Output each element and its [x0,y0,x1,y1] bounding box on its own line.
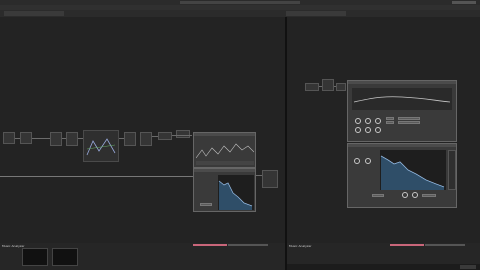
knob-2[interactable] [365,118,371,124]
spectrum-graph [218,175,254,210]
wire [15,138,20,139]
panel-button[interactable] [200,203,212,206]
knob-8[interactable] [365,158,371,164]
curve-icon [86,138,116,156]
node-8[interactable] [158,132,172,140]
bottom-right-title: Music Analyzer [289,244,312,248]
node-input[interactable] [3,132,15,144]
timeline-bar-left-2[interactable] [228,244,268,246]
wire [78,138,83,139]
panel-spectrum-titlebar [194,169,255,172]
timeline-bar-right-2[interactable] [425,244,465,246]
node-r1[interactable] [305,83,319,91]
knob-4[interactable] [355,127,361,133]
side-strip[interactable] [448,150,456,190]
wire [119,138,124,139]
window-controls[interactable] [452,1,476,4]
tab-left[interactable] [4,11,64,16]
timeline-bar-right[interactable] [390,244,424,246]
panel-lower-titlebar [348,144,456,147]
smooth-curve-graph [352,88,452,110]
toggle-1[interactable] [386,117,394,120]
node-3[interactable] [50,132,62,146]
timeline-bar-left[interactable] [193,244,227,246]
thumbnail-2[interactable] [52,248,78,266]
knob-9[interactable] [402,192,408,198]
node-output[interactable] [262,170,278,188]
lower-button-1[interactable] [372,194,384,197]
option-2[interactable] [398,121,420,124]
node-r2[interactable] [322,79,334,91]
status-bar [287,264,480,270]
wire [152,136,158,137]
node-6[interactable] [124,132,136,146]
wire [172,135,192,136]
toggle-2[interactable] [386,121,394,124]
knob-10[interactable] [412,192,418,198]
lower-button-2[interactable] [422,194,436,197]
node-7[interactable] [140,132,152,146]
knob-5[interactable] [365,127,371,133]
wire [62,138,66,139]
node-9[interactable] [176,130,190,138]
wire [334,86,336,87]
horizontal-guide-line [0,176,194,177]
toolbar-icons[interactable] [180,1,300,4]
thumbnail-1[interactable] [22,248,48,266]
knob-7[interactable] [354,158,360,164]
wire [256,175,262,176]
knob-3[interactable] [375,118,381,124]
waveform-graph [196,143,254,165]
node-4[interactable] [66,132,78,146]
panel-upper-titlebar [348,81,456,84]
tab-bar [0,10,480,17]
knob-1[interactable] [355,118,361,124]
status-indicator [460,265,476,269]
wire [319,86,322,87]
wire [32,138,50,139]
spectrum-graph-right [380,150,446,190]
knob-6[interactable] [375,127,381,133]
panel-waveform-titlebar [194,133,255,136]
node-r3[interactable] [336,83,346,91]
option-1[interactable] [398,117,420,120]
tab-right[interactable] [286,11,346,16]
node-2[interactable] [20,132,32,144]
pane-divider[interactable] [285,17,287,270]
